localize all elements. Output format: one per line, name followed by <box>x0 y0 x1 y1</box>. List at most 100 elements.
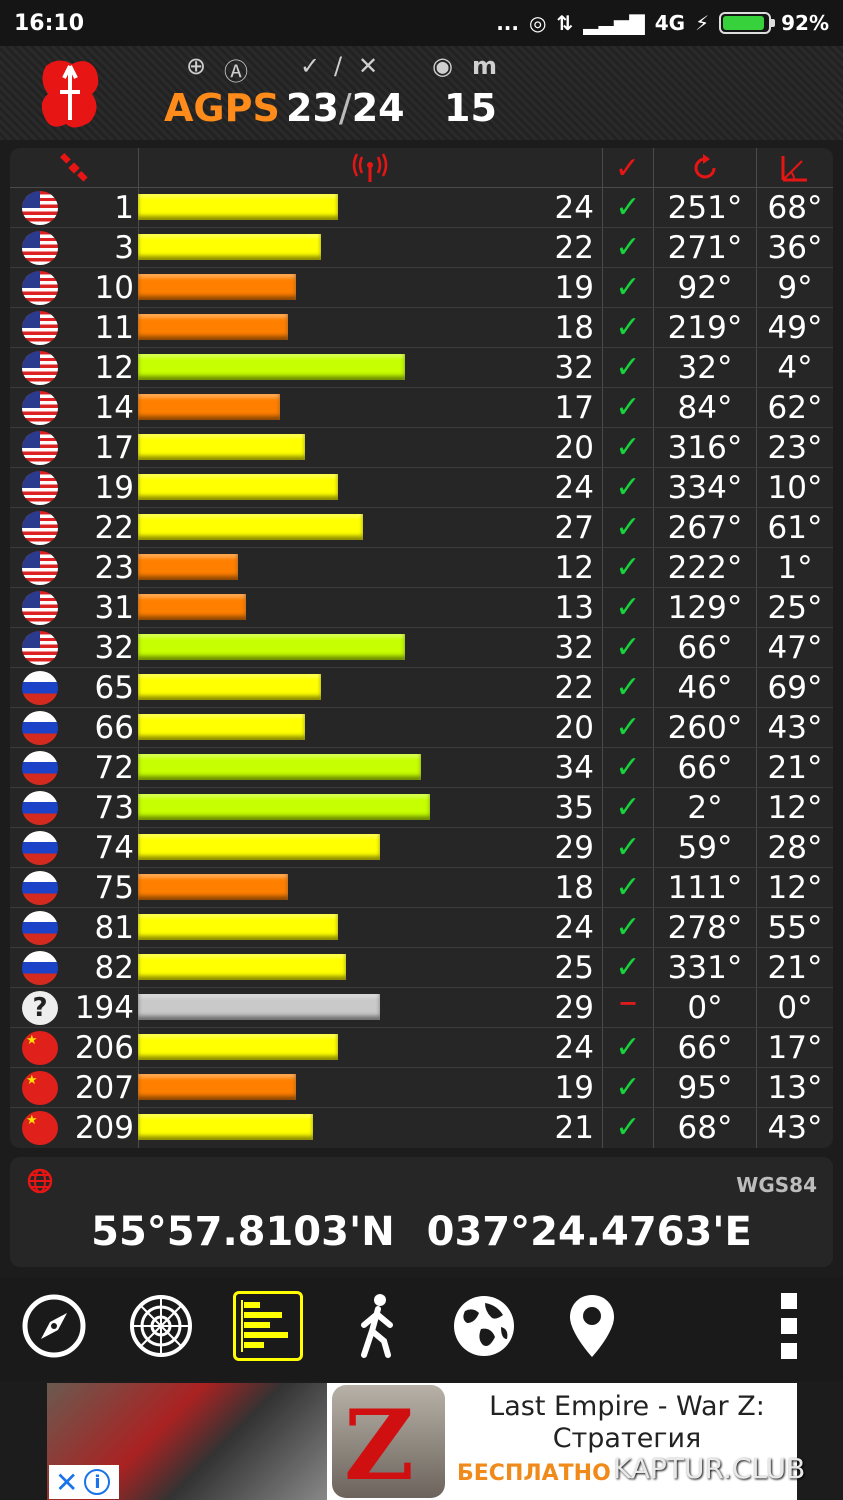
signal-strength: 19 <box>554 1070 594 1106</box>
globe-icon[interactable] <box>449 1291 519 1361</box>
ad-free-label: БЕСПЛАТНО <box>457 1461 611 1486</box>
flag-us-icon <box>22 511 58 545</box>
signal-strength: 32 <box>554 350 594 386</box>
table-row[interactable]: 1 24 ✓ 251° 68° <box>10 188 833 228</box>
signal-strength: 21 <box>554 1110 594 1146</box>
elevation-value: 36° <box>767 230 823 266</box>
satellite-prn: 19 <box>94 470 134 506</box>
elevation-value: 43° <box>767 710 823 746</box>
signal-bar <box>138 274 296 300</box>
flag-cn-icon <box>22 1031 58 1065</box>
table-row[interactable]: ? 194 29− 0° 0° <box>10 988 833 1028</box>
flag-cn-icon <box>22 1111 58 1145</box>
elevation-value: 47° <box>767 630 823 666</box>
signal-bar <box>138 474 338 500</box>
flag-us-icon <box>22 231 58 265</box>
flag-ru-icon <box>22 871 58 905</box>
table-row[interactable]: 65 22 ✓ 46° 69° <box>10 668 833 708</box>
table-row[interactable]: 12 32 ✓ 32° 4° <box>10 348 833 388</box>
more-icon[interactable] <box>754 1291 824 1361</box>
map-pin-icon[interactable] <box>557 1291 627 1361</box>
accuracy-unit: m <box>472 52 498 80</box>
app-logo-icon[interactable] <box>38 56 102 132</box>
flag-us-icon <box>22 191 58 225</box>
azimuth-value: 46° <box>677 670 733 706</box>
satellite-prn: 23 <box>94 550 134 586</box>
notification-dots: ... <box>496 11 519 35</box>
slash-icon: / <box>334 52 343 80</box>
table-row[interactable]: 209 21 ✓ 68° 43° <box>10 1108 833 1148</box>
signal-strength: 25 <box>554 950 594 986</box>
azimuth-value: 95° <box>677 1070 733 1106</box>
col-satellite[interactable] <box>10 148 138 188</box>
used-check-icon: ✓ <box>615 750 641 785</box>
col-elevation[interactable] <box>756 148 833 188</box>
table-row[interactable]: 32 32 ✓ 66° 47° <box>10 628 833 668</box>
ad-info-icon[interactable]: i <box>84 1469 111 1495</box>
table-row[interactable]: 72 34 ✓ 66° 21° <box>10 748 833 788</box>
accuracy-icon: ◉ <box>432 52 453 80</box>
elevation-value: 61° <box>767 510 823 546</box>
table-row[interactable]: 81 24 ✓ 278° 55° <box>10 908 833 948</box>
table-row[interactable]: 22 27 ✓ 267° 61° <box>10 508 833 548</box>
signal-bar <box>138 954 346 980</box>
used-check-icon: ✓ <box>615 1030 641 1065</box>
radar-icon[interactable] <box>126 1291 196 1361</box>
network-type: 4G <box>654 11 686 35</box>
table-row[interactable]: 207 19 ✓ 95° 13° <box>10 1068 833 1108</box>
table-row[interactable]: 73 35 ✓ 2° 12° <box>10 788 833 828</box>
flag-us-icon <box>22 431 58 465</box>
satellite-prn: 74 <box>94 830 134 866</box>
table-row[interactable]: 75 18 ✓ 111° 12° <box>10 868 833 908</box>
table-row[interactable]: 23 12 ✓ 222° 1° <box>10 548 833 588</box>
azimuth-value: 331° <box>667 950 743 986</box>
used-check-icon: ✓ <box>615 550 641 585</box>
table-row[interactable]: 11 18 ✓ 219° 49° <box>10 308 833 348</box>
signal-icon: ▂▃▅▇ <box>583 11 645 35</box>
signal-strength: 13 <box>554 590 594 626</box>
globe-icon <box>27 1168 53 1194</box>
satellite-prn: 207 <box>74 1070 134 1106</box>
elevation-value: 23° <box>767 430 823 466</box>
signal-bar <box>138 314 288 340</box>
compass-icon[interactable] <box>19 1291 89 1361</box>
flag-ru-icon <box>22 951 58 985</box>
table-row[interactable]: 206 24 ✓ 66° 17° <box>10 1028 833 1068</box>
coordinates[interactable]: 55°57.8103'N 037°24.4763'E <box>10 1209 833 1255</box>
table-row[interactable]: 74 29 ✓ 59° 28° <box>10 828 833 868</box>
azimuth-value: 66° <box>677 1030 733 1066</box>
col-signal[interactable] <box>138 148 602 188</box>
signal-bars-icon[interactable] <box>233 1291 303 1361</box>
battery-icon <box>719 12 776 34</box>
table-row[interactable]: 19 24 ✓ 334° 10° <box>10 468 833 508</box>
satellite-icon <box>60 153 88 182</box>
azimuth-value: 84° <box>677 390 733 426</box>
walker-icon[interactable] <box>342 1291 412 1361</box>
table-row[interactable]: 10 19 ✓ 92° 9° <box>10 268 833 308</box>
satellite-prn: 72 <box>94 750 134 786</box>
signal-strength: 17 <box>554 390 594 426</box>
table-header: ✓ <box>10 148 833 188</box>
col-azimuth[interactable] <box>653 148 756 188</box>
flag-us-icon <box>22 271 58 305</box>
ad-close-icon[interactable]: ✕ <box>55 1466 78 1499</box>
elevation-value: 21° <box>767 950 823 986</box>
azimuth-value: 68° <box>677 1110 733 1146</box>
table-row[interactable]: 31 13 ✓ 129° 25° <box>10 588 833 628</box>
table-row[interactable]: 17 20 ✓ 316° 23° <box>10 428 833 468</box>
azimuth-value: 32° <box>677 350 733 386</box>
table-row[interactable]: 66 20 ✓ 260° 43° <box>10 708 833 748</box>
status-bar: 16:10 ... ◎ ⇅ ▂▃▅▇ 4G ⚡ 92% <box>0 0 843 46</box>
azimuth-value: 111° <box>667 870 743 906</box>
signal-bar <box>138 674 321 700</box>
table-row[interactable]: 14 17 ✓ 84° 62° <box>10 388 833 428</box>
table-row[interactable]: 3 22 ✓ 271° 36° <box>10 228 833 268</box>
col-used[interactable]: ✓ <box>602 148 653 188</box>
signal-bar <box>138 554 238 580</box>
signal-bar <box>138 434 305 460</box>
azimuth-value: 2° <box>687 790 723 826</box>
elevation-value: 12° <box>767 790 823 826</box>
satellite-prn: 75 <box>94 870 134 906</box>
used-check-icon: ✓ <box>615 790 641 825</box>
table-row[interactable]: 82 25 ✓ 331° 21° <box>10 948 833 988</box>
